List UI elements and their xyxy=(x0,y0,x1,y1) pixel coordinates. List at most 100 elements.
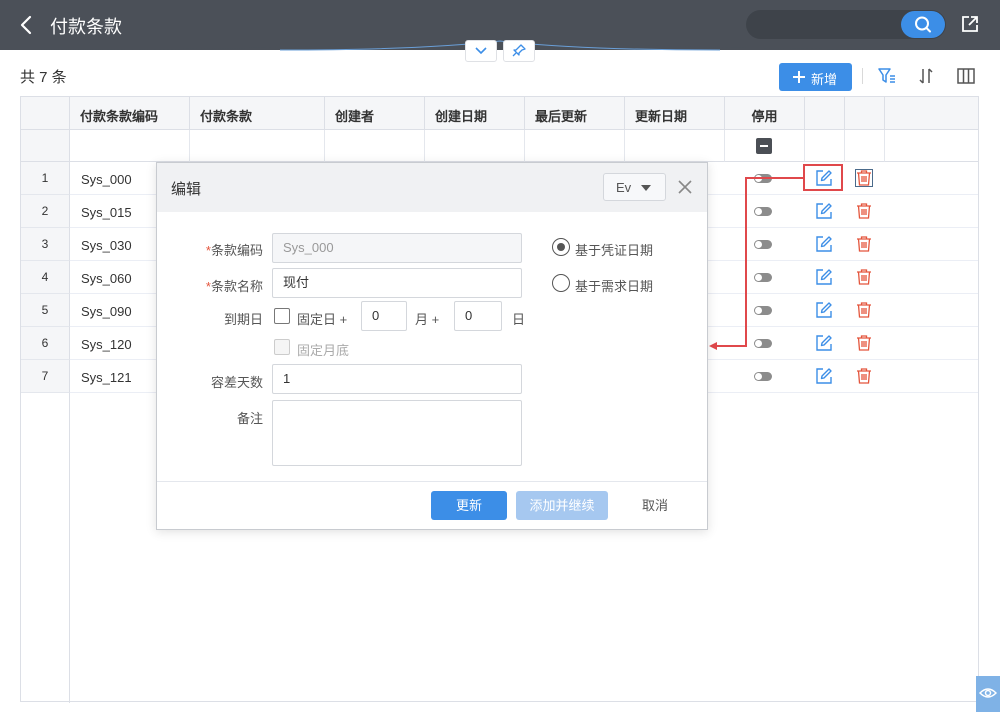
header-filler xyxy=(885,97,978,130)
row-number: 4 xyxy=(21,261,70,294)
code-cell: Sys_121 xyxy=(81,370,132,385)
edit-icon[interactable] xyxy=(815,301,833,319)
radio-voucher-date-label: 基于凭证日期 xyxy=(575,243,654,258)
delete-icon[interactable] xyxy=(855,334,873,352)
indeterminate-checkbox-icon[interactable] xyxy=(756,138,772,154)
search-bar[interactable] xyxy=(746,10,946,39)
name-field[interactable]: 现付 xyxy=(272,268,522,298)
filter-last-update[interactable] xyxy=(525,130,625,162)
annotation-arrow xyxy=(709,177,803,350)
header-curve xyxy=(0,40,1000,51)
dialog-title: 编辑 xyxy=(171,181,202,198)
header-creator[interactable]: 创建者 xyxy=(325,97,425,130)
delete-icon[interactable] xyxy=(855,202,873,220)
filter-creator[interactable] xyxy=(325,130,425,162)
header-name[interactable]: 付款条款 xyxy=(190,97,325,130)
add-button-label: 新增 xyxy=(811,72,838,87)
sort-icon[interactable] xyxy=(916,66,936,86)
tolerance-label: 容差天数 xyxy=(210,375,263,390)
row-number: 5 xyxy=(21,294,70,327)
edit-icon[interactable] xyxy=(815,367,833,385)
delete-icon[interactable] xyxy=(855,268,873,286)
header-code[interactable]: 付款条款编码 xyxy=(70,97,190,130)
close-icon[interactable] xyxy=(677,179,693,195)
cancel-button[interactable]: 取消 xyxy=(627,491,683,520)
code-cell: Sys_015 xyxy=(81,205,132,220)
filter-edit xyxy=(805,130,845,162)
radio-demand-date[interactable] xyxy=(552,274,570,292)
columns-icon[interactable] xyxy=(956,66,976,86)
row-number: 7 xyxy=(21,360,70,393)
due-label: 到期日 xyxy=(223,312,263,327)
add-continue-button[interactable]: 添加并继续 xyxy=(516,491,608,520)
month-offset-field[interactable]: 0 xyxy=(361,301,407,331)
record-count: 共 7 条 xyxy=(20,69,67,86)
row-number: 6 xyxy=(21,327,70,360)
day-offset-field[interactable]: 0 xyxy=(454,301,502,331)
header-update-date[interactable]: 更新日期 xyxy=(625,97,725,130)
filter-name[interactable] xyxy=(190,130,325,162)
add-button[interactable]: 新增 xyxy=(779,63,852,91)
name-label: *条款名称 xyxy=(205,279,263,294)
search-button[interactable] xyxy=(901,11,945,38)
row-number-column-fill xyxy=(21,393,70,703)
eye-icon xyxy=(979,688,997,698)
code-cell: Sys_060 xyxy=(81,271,132,286)
month-end-checkbox[interactable] xyxy=(274,339,290,355)
code-cell: Sys_120 xyxy=(81,337,132,352)
delete-icon[interactable] xyxy=(855,169,873,187)
search-icon xyxy=(915,16,931,33)
code-field[interactable]: Sys_000 xyxy=(272,233,522,263)
header-rownum xyxy=(21,97,70,130)
filter-disabled[interactable] xyxy=(725,130,805,162)
month-label: 月 + xyxy=(415,312,440,327)
back-icon[interactable] xyxy=(14,12,40,38)
edit-icon[interactable] xyxy=(815,268,833,286)
tolerance-field[interactable]: 1 xyxy=(272,364,522,394)
edit-icon[interactable] xyxy=(815,334,833,352)
remark-label: 备注 xyxy=(236,411,263,426)
language-select[interactable]: Ev xyxy=(603,173,666,201)
preview-toggle[interactable] xyxy=(976,676,1000,712)
disable-toggle[interactable] xyxy=(754,372,772,381)
edit-dialog: 编辑 Ev *条款编码 Sys_000 *条款名称 现付 基于凭证日期 基于需求… xyxy=(156,162,708,530)
month-end-label: 固定月底 xyxy=(297,343,350,358)
delete-icon[interactable] xyxy=(855,301,873,319)
filter-code[interactable] xyxy=(70,130,190,162)
edit-icon[interactable] xyxy=(815,235,833,253)
filter-filler xyxy=(885,130,978,162)
filter-update-date[interactable] xyxy=(625,130,725,162)
header-last-update[interactable]: 最后更新 xyxy=(525,97,625,130)
day-label: 日 xyxy=(512,312,526,327)
code-label: *条款编码 xyxy=(205,243,263,258)
share-icon[interactable] xyxy=(960,14,980,34)
delete-icon[interactable] xyxy=(855,367,873,385)
fixed-day-checkbox[interactable] xyxy=(274,308,290,324)
radio-demand-date-label: 基于需求日期 xyxy=(575,279,654,294)
fixed-day-label: 固定日 + xyxy=(297,312,348,327)
code-cell: Sys_000 xyxy=(81,172,132,187)
dialog-header: 编辑 Ev xyxy=(157,163,707,212)
code-cell: Sys_030 xyxy=(81,238,132,253)
page-title: 付款条款 xyxy=(50,17,122,37)
header-create-date[interactable]: 创建日期 xyxy=(425,97,525,130)
row-number: 3 xyxy=(21,228,70,261)
language-value: Ev xyxy=(616,180,632,195)
pin-icon xyxy=(512,44,526,57)
delete-icon[interactable] xyxy=(855,235,873,253)
radio-voucher-date[interactable] xyxy=(552,238,570,256)
toolbar-divider xyxy=(862,68,863,84)
collapse-button[interactable] xyxy=(465,40,497,62)
update-button[interactable]: 更新 xyxy=(431,491,507,520)
remark-textarea[interactable] xyxy=(272,400,522,466)
chevron-down-icon xyxy=(475,47,487,55)
plus-icon xyxy=(793,71,805,83)
header-disabled[interactable]: 停用 xyxy=(725,97,805,130)
edit-icon[interactable] xyxy=(815,202,833,220)
pin-button[interactable] xyxy=(503,40,535,62)
dialog-footer-divider xyxy=(157,481,707,482)
filter-create-date[interactable] xyxy=(425,130,525,162)
code-cell: Sys_090 xyxy=(81,304,132,319)
header-delete xyxy=(845,97,885,130)
filter-icon[interactable] xyxy=(877,66,897,86)
